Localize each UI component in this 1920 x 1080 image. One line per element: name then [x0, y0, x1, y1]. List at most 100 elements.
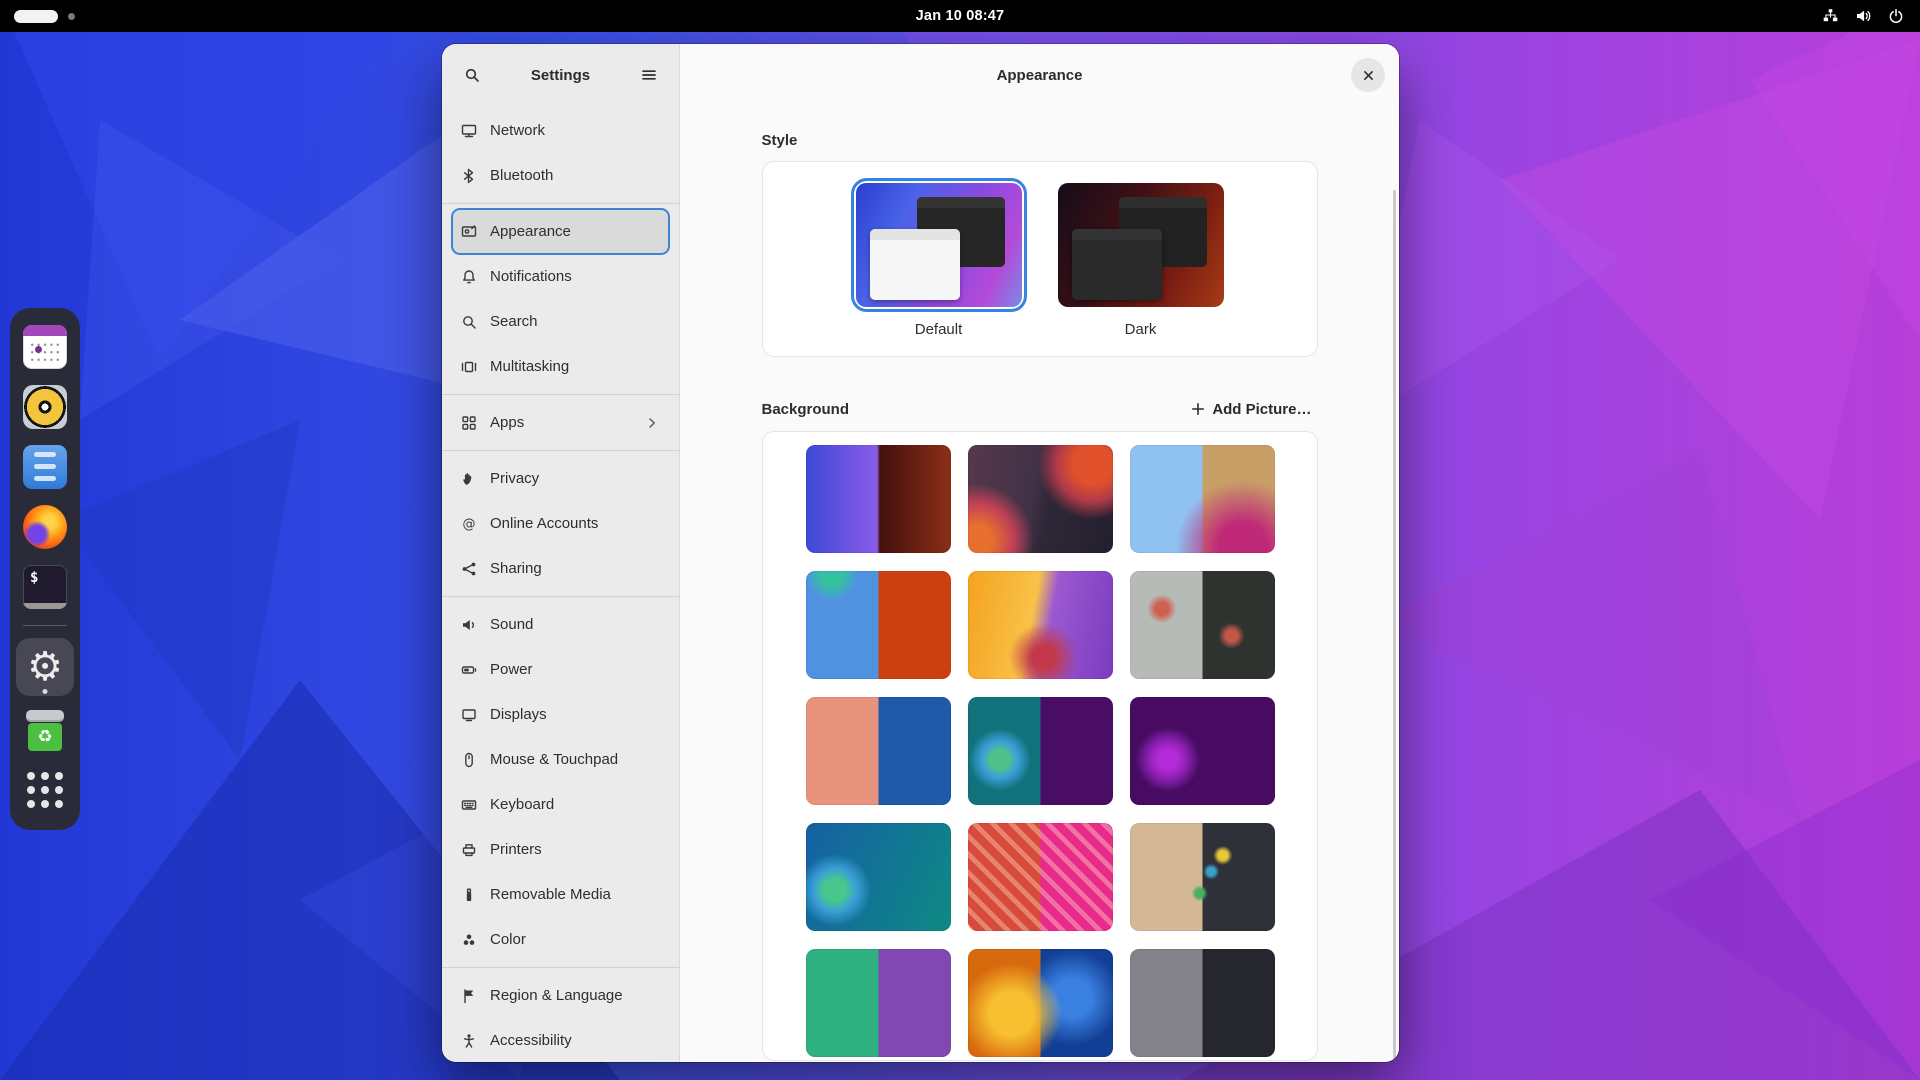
style-default-label: Default: [915, 321, 963, 338]
wallpaper-thumbnail-glass-orange-blue-split[interactable]: [968, 949, 1113, 1057]
sidebar-item-label: Removable Media: [490, 886, 660, 903]
running-indicator: [43, 689, 48, 694]
sidebar-item-color[interactable]: Color: [452, 917, 669, 962]
sidebar-item-sharing[interactable]: Sharing: [452, 546, 669, 591]
search-button[interactable]: [456, 59, 488, 91]
hamburger-icon: [641, 67, 657, 83]
dock-item-calendar[interactable]: [16, 321, 74, 373]
terminal-icon: $: [23, 565, 67, 609]
sidebar-item-sound[interactable]: Sound: [452, 602, 669, 647]
activities-area[interactable]: [0, 10, 300, 23]
wallpaper-thumbnail-petals-orange-purple-split[interactable]: [968, 571, 1113, 679]
removable-media-icon: [461, 887, 477, 903]
style-default-preview: [856, 183, 1022, 307]
sidebar-item-label: Sharing: [490, 560, 660, 577]
sidebar-item-apps[interactable]: Apps: [452, 400, 669, 445]
gear-icon: ⚙: [23, 645, 67, 689]
sidebar-item-accessibility[interactable]: Accessibility: [452, 1018, 669, 1062]
online-accounts-icon: @: [461, 516, 477, 532]
firefox-icon: [23, 505, 67, 549]
chevron-right-icon: [644, 415, 660, 431]
sidebar-item-online-accounts[interactable]: @Online Accounts: [452, 501, 669, 546]
calendar-icon: [23, 325, 67, 369]
keyboard-icon: [461, 797, 477, 813]
sidebar-item-label: Power: [490, 661, 660, 678]
appearance-icon: [461, 224, 477, 240]
sidebar-separator: [442, 596, 679, 597]
panel-scroll-area: Style Default: [680, 106, 1399, 1062]
sidebar-item-appearance[interactable]: Appearance: [452, 209, 669, 254]
clock[interactable]: Jan 10 08:47: [916, 8, 1005, 24]
sidebar-item-search[interactable]: Search: [452, 299, 669, 344]
wallpaper-thumbnail-leaf-dark-purple[interactable]: [1130, 697, 1275, 805]
sidebar-item-label: Color: [490, 931, 660, 948]
sidebar-item-label: Multitasking: [490, 358, 660, 375]
close-icon: [1362, 69, 1375, 82]
settings-window: Settings NetworkBluetooth AppearanceNotif…: [442, 44, 1399, 1062]
dock-item-settings[interactable]: ⚙: [16, 638, 74, 696]
style-section-label: Style: [762, 132, 1318, 149]
sidebar-item-privacy[interactable]: Privacy: [452, 456, 669, 501]
bluetooth-icon: [461, 168, 477, 184]
desktop: Jan 10 08:47 $ ⚙ ♻: [0, 0, 1920, 1080]
add-picture-label: Add Picture…: [1212, 401, 1311, 418]
sidebar-item-region-language[interactable]: Region & Language: [452, 973, 669, 1018]
color-icon: [461, 932, 477, 948]
sidebar-separator: [442, 967, 679, 968]
dock-item-terminal[interactable]: $: [16, 561, 74, 613]
wallpaper-thumbnail-solid-gray-dark-split[interactable]: [1130, 949, 1275, 1057]
sidebar-item-keyboard[interactable]: Keyboard: [452, 782, 669, 827]
dock-item-files[interactable]: [16, 441, 74, 493]
sidebar-item-notifications[interactable]: Notifications: [452, 254, 669, 299]
wallpaper-thumbnail-triangles-blue-red-split[interactable]: [806, 445, 951, 553]
search-icon: [461, 314, 477, 330]
style-option-dark[interactable]: Dark: [1053, 178, 1229, 356]
sidebar-separator: [442, 203, 679, 204]
sidebar-separator: [442, 450, 679, 451]
dock-item-trash[interactable]: ♻: [16, 704, 74, 756]
printers-icon: [461, 842, 477, 858]
sidebar-header: Settings: [442, 44, 679, 106]
wallpaper-thumbnail-leaf-teal-blue[interactable]: [806, 823, 951, 931]
panel-scrollbar[interactable]: [1393, 190, 1396, 1062]
sidebar-item-mouse-touchpad[interactable]: Mouse & Touchpad: [452, 737, 669, 782]
activities-indicator[interactable]: [14, 10, 58, 23]
sidebar-item-network[interactable]: Network: [452, 108, 669, 153]
system-status-area[interactable]: [1822, 8, 1920, 24]
sidebar-item-label: Privacy: [490, 470, 660, 487]
sidebar-item-label: Displays: [490, 706, 660, 723]
wallpaper-thumbnail-leaf-teal-purple-split[interactable]: [968, 697, 1113, 805]
sidebar-item-removable-media[interactable]: Removable Media: [452, 872, 669, 917]
wallpaper-grid: [806, 445, 1274, 1057]
sidebar-item-label: Sound: [490, 616, 660, 633]
volume-icon: [1855, 8, 1872, 24]
sidebar-item-multitasking[interactable]: Multitasking: [452, 344, 669, 389]
sharing-icon: [461, 561, 477, 577]
workspace-dot[interactable]: [68, 13, 75, 20]
mouse-icon: [461, 752, 477, 768]
wallpaper-thumbnail-keycaps-light-dark-split[interactable]: [1130, 571, 1275, 679]
wallpaper-thumbnail-spiral-blue-tan-split[interactable]: [1130, 445, 1275, 553]
dock-item-app-grid[interactable]: [16, 764, 74, 816]
style-default-selection-ring: [851, 178, 1027, 312]
menu-button[interactable]: [633, 59, 665, 91]
wallpaper-thumbnail-drips-blue-orange-split[interactable]: [806, 571, 951, 679]
sidebar-item-bluetooth[interactable]: Bluetooth: [452, 153, 669, 198]
wallpaper-thumbnail-dark-waves-orange[interactable]: [968, 445, 1113, 553]
svg-text:@: @: [463, 517, 476, 532]
add-picture-button[interactable]: Add Picture…: [1185, 397, 1317, 422]
sidebar-nav: NetworkBluetoothAppearanceNotificationsS…: [442, 106, 679, 1062]
sidebar-item-displays[interactable]: Displays: [452, 692, 669, 737]
sidebar-item-power[interactable]: Power: [452, 647, 669, 692]
close-button[interactable]: [1351, 58, 1385, 92]
recycle-icon: ♻: [23, 708, 67, 752]
dock-item-firefox[interactable]: [16, 501, 74, 553]
network-icon: [461, 123, 477, 139]
wallpaper-thumbnail-map-tan-dark-split[interactable]: [1130, 823, 1275, 931]
wallpaper-thumbnail-solid-green-purple-split[interactable]: [806, 949, 951, 1057]
dock-item-music-player[interactable]: [16, 381, 74, 433]
wallpaper-thumbnail-texture-salmon-blue-split[interactable]: [806, 697, 951, 805]
wallpaper-thumbnail-maze-pink-magenta-split[interactable]: [968, 823, 1113, 931]
style-option-default[interactable]: Default: [851, 178, 1027, 356]
sidebar-item-printers[interactable]: Printers: [452, 827, 669, 872]
